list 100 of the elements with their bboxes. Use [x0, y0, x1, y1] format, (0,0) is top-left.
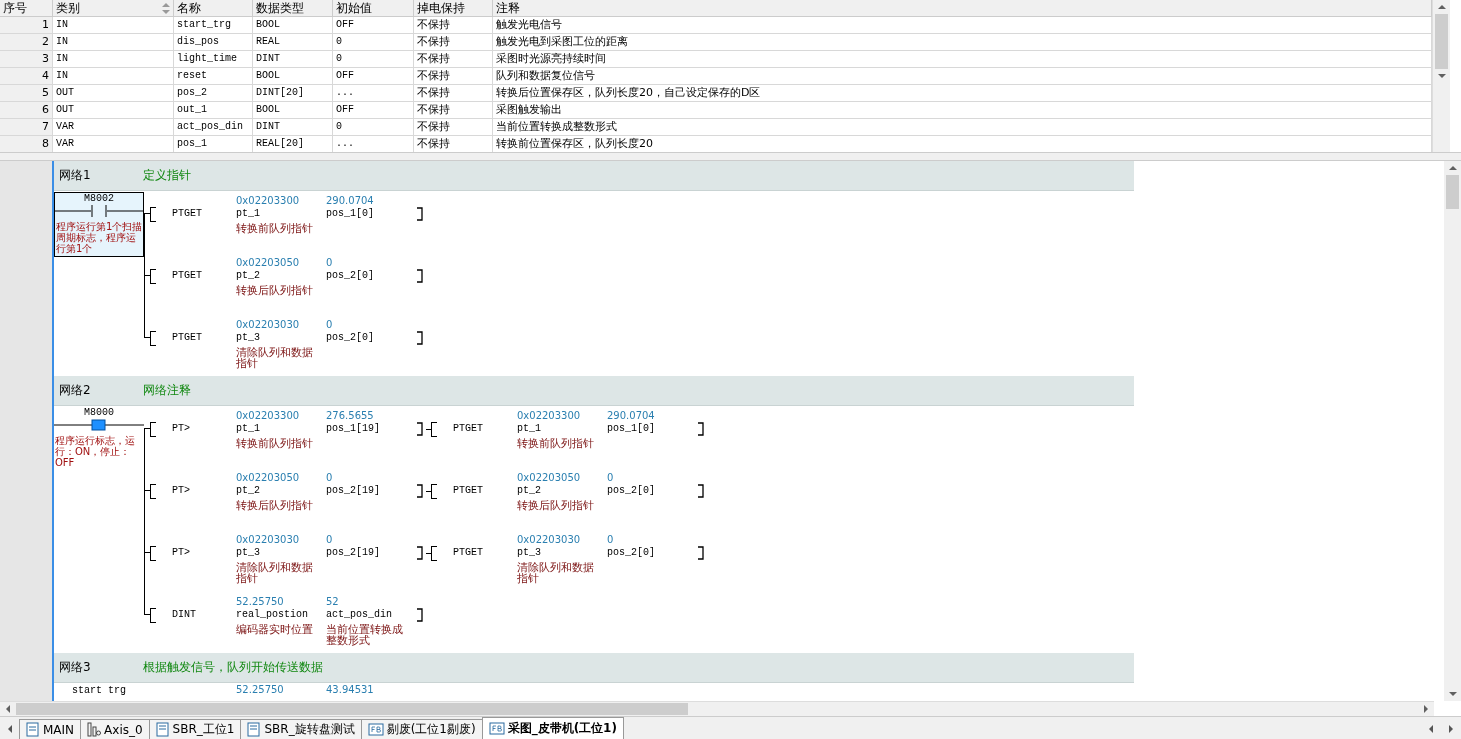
table-cell: 触发光电信号: [493, 17, 1432, 34]
param-value: 0: [326, 319, 334, 331]
param-value: 0: [607, 534, 615, 546]
param-value: 0: [607, 472, 615, 484]
scroll-thumb[interactable]: [16, 703, 688, 715]
table-cell: 不保持: [414, 51, 493, 68]
param-value: 0: [326, 534, 334, 546]
network-comment: 网络注释: [143, 382, 191, 399]
file-tab[interactable]: MAIN: [19, 719, 82, 739]
param-name: act_pos_din: [326, 608, 393, 621]
file-tab[interactable]: SBR_工位1: [148, 719, 242, 739]
table-cell: 0: [333, 34, 414, 51]
contact-address: M8000: [84, 407, 114, 419]
file-tab[interactable]: 采图_皮带机(工位1): [481, 717, 624, 739]
table-cell: BOOL: [253, 68, 333, 85]
table-cell: DINT: [253, 51, 333, 68]
param-comment: 清除队列和数据指针: [236, 347, 314, 369]
column-header[interactable]: 类别: [53, 0, 174, 17]
scroll-down-icon[interactable]: [1448, 692, 1457, 696]
param-comment: 转换前队列指针: [236, 223, 314, 234]
bracket-icon: [431, 422, 437, 437]
param-name: pos_2[19]: [326, 546, 381, 559]
bracket-icon: [416, 269, 424, 283]
scroll-thumb[interactable]: [1446, 175, 1459, 209]
file-tab[interactable]: SBR_旋转盘测试: [240, 719, 362, 739]
param-comment: 转换前队列指针: [236, 438, 314, 449]
param-name: pos_2[0]: [607, 484, 656, 497]
tab-scroll-right-icon[interactable]: [1449, 725, 1453, 733]
link-line: [426, 553, 431, 554]
bracket-icon: [416, 331, 424, 345]
instruction-name[interactable]: PTGET: [453, 484, 517, 497]
subroutine-icon: [155, 722, 170, 737]
function-block-icon: [367, 722, 384, 737]
param-name: pos_2[19]: [326, 484, 381, 497]
scroll-up-icon[interactable]: [1448, 166, 1457, 170]
table-cell: DINT: [253, 119, 333, 136]
param-value: 52.25750: [236, 684, 285, 696]
param-value: 43.94531: [326, 684, 375, 696]
param-value: 0x02203050: [236, 472, 301, 484]
subroutine-icon: [247, 722, 262, 737]
param-value: 290.0704: [326, 195, 375, 207]
file-tab[interactable]: 剔废(工位1剔废): [360, 719, 483, 739]
scroll-up-icon[interactable]: [1437, 5, 1446, 9]
bracket-icon: [416, 608, 424, 622]
table-cell: 2: [0, 34, 53, 51]
link-line: [426, 491, 431, 492]
instruction-name[interactable]: PT>: [172, 546, 236, 559]
scrollbar[interactable]: [1444, 161, 1461, 701]
param-comment: 转换后队列指针: [236, 500, 314, 511]
table-cell: OUT: [53, 102, 174, 119]
contact-comment: 程序运行第1个扫描周期标志，程序运行第1个: [55, 221, 144, 254]
table-cell: 转换后位置保存区，队列长度20，自己设定保存的D区: [493, 85, 1432, 102]
instruction-name[interactable]: PTGET: [453, 546, 517, 559]
contact-cell[interactable]: M8002 程序运行第1个扫描周期标志，程序运行第1个: [54, 192, 144, 257]
param-name: pos_2[0]: [326, 269, 375, 282]
param-comment: 清除队列和数据指针: [517, 562, 595, 584]
column-header[interactable]: 数据类型: [253, 0, 333, 17]
table-cell: out_1: [174, 102, 253, 119]
table-cell: IN: [53, 68, 174, 85]
table-cell: 触发光电到采图工位的距离: [493, 34, 1432, 51]
tab-scroll-left-icon[interactable]: [8, 725, 12, 733]
table-cell: DINT[20]: [253, 85, 333, 102]
instruction-name[interactable]: PTGET: [172, 207, 236, 220]
column-header[interactable]: 名称: [174, 0, 253, 17]
contact-address: start trg: [72, 684, 127, 697]
param-value: 0x02203300: [236, 195, 301, 207]
instruction-name[interactable]: PT>: [172, 422, 236, 435]
column-header[interactable]: 初始值: [333, 0, 414, 17]
column-header[interactable]: 掉电保持: [414, 0, 493, 17]
scroll-down-icon[interactable]: [1437, 74, 1446, 78]
param-value: 0x02203030: [236, 319, 301, 331]
param-name: pos_1[0]: [607, 422, 656, 435]
instruction-name[interactable]: PT>: [172, 484, 236, 497]
table-cell: IN: [53, 17, 174, 34]
table-cell: pos_2: [174, 85, 253, 102]
instruction-name[interactable]: PTGET: [172, 331, 236, 344]
param-name: pos_1[0]: [326, 207, 375, 220]
instruction-name[interactable]: PTGET: [453, 422, 517, 435]
network-label: 网络1: [58, 167, 92, 184]
table-cell: act_pos_din: [174, 119, 253, 136]
network-label: 网络2: [58, 382, 92, 399]
param-value: 52.25750: [236, 596, 285, 608]
param-value: 52: [326, 596, 340, 608]
param-comment: 转换后队列指针: [236, 285, 314, 296]
table-cell: dis_pos: [174, 34, 253, 51]
column-header[interactable]: 注释: [493, 0, 1432, 17]
scroll-thumb[interactable]: [1435, 14, 1448, 69]
tab-scroll-left-icon[interactable]: [1429, 725, 1433, 733]
scrollbar[interactable]: [1432, 0, 1450, 152]
table-cell: 不保持: [414, 34, 493, 51]
table-cell: 采图触发输出: [493, 102, 1432, 119]
instruction-name[interactable]: PTGET: [172, 269, 236, 282]
scrollbar[interactable]: [0, 701, 1434, 716]
contact-cell[interactable]: M8000 程序运行标志，运行：ON，停止：OFF: [54, 407, 144, 470]
instruction-name[interactable]: DINT: [172, 608, 236, 621]
axis-icon: [87, 722, 102, 737]
bracket-icon: [416, 484, 424, 498]
file-tab[interactable]: Axis_0: [80, 719, 150, 739]
table-cell: 队列和数据复位信号: [493, 68, 1432, 85]
table-cell: VAR: [53, 119, 174, 136]
